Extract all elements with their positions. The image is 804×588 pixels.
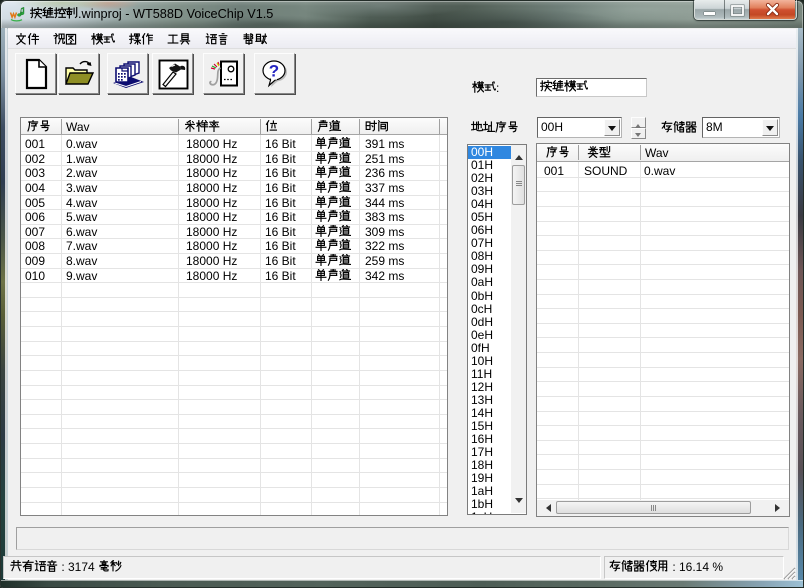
svg-text:?: ? — [269, 62, 279, 81]
